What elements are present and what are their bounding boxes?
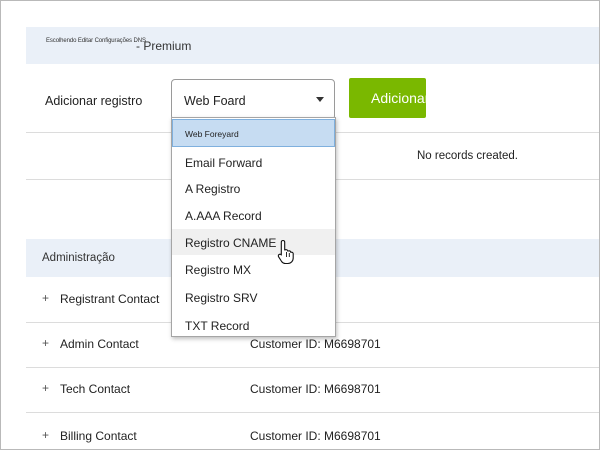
contact-name: Billing Contact xyxy=(60,429,137,443)
contact-name: Admin Contact xyxy=(60,337,139,351)
row-divider xyxy=(26,412,599,413)
breadcrumb: Escolhendo Editar Configurações DNS xyxy=(46,38,146,44)
expand-icon[interactable]: + xyxy=(42,381,49,395)
option-label: TXT Record xyxy=(185,319,250,333)
dropdown-option[interactable]: A Registro xyxy=(172,175,335,201)
option-label: Registro SRV xyxy=(185,291,258,305)
option-label: A Registro xyxy=(185,182,241,196)
contact-row-billing[interactable]: + Billing Contact Customer ID: M6698701 xyxy=(26,415,599,449)
option-label: Web Foreyard xyxy=(185,129,239,139)
dropdown-option[interactable]: Web Foreyard xyxy=(172,119,335,147)
plan-label: - Premium xyxy=(136,39,192,53)
option-label: Registro CNAME xyxy=(185,236,277,250)
dropdown-option[interactable]: Registro SRV xyxy=(172,284,335,310)
administration-title: Administração xyxy=(42,252,115,264)
customer-id: Customer ID: M6698701 xyxy=(250,429,381,443)
add-record-button[interactable]: Adicionar xyxy=(349,78,426,118)
record-type-dropdown-list[interactable]: Web Foreyard Email Forward A Registro A.… xyxy=(171,117,336,337)
customer-id: Customer ID: M6698701 xyxy=(250,382,381,396)
option-label: Registro MX xyxy=(185,263,252,277)
dropdown-option[interactable]: A.AAA Record xyxy=(172,202,335,228)
page-frame: Escolhendo Editar Configurações DNS - Pr… xyxy=(0,0,600,450)
contact-name: Registrant Contact xyxy=(60,292,160,306)
add-record-button-label: Adicionar xyxy=(371,90,426,106)
expand-icon[interactable]: + xyxy=(42,291,49,305)
contact-name: Tech Contact xyxy=(60,382,131,396)
option-label: Email Forward xyxy=(185,156,263,170)
add-record-label: Adicionar registro xyxy=(45,94,143,108)
hand-pointer-icon xyxy=(277,239,294,265)
caret-down-icon xyxy=(316,97,324,102)
customer-id: Customer ID: M6698701 xyxy=(250,337,381,351)
expand-icon[interactable]: + xyxy=(42,428,49,442)
dropdown-option[interactable]: Email Forward xyxy=(172,149,335,175)
contact-row-tech[interactable]: + Tech Contact Customer ID: M6698701 xyxy=(26,368,599,413)
record-type-select[interactable]: Web Foard xyxy=(171,79,335,120)
domain-header: Escolhendo Editar Configurações DNS - Pr… xyxy=(26,27,599,64)
option-label: A.AAA Record xyxy=(185,209,262,223)
empty-records-message: No records created. xyxy=(417,150,518,162)
dropdown-option[interactable]: Registro MX xyxy=(172,256,335,282)
dropdown-option[interactable]: Registro CNAME xyxy=(172,229,335,255)
record-type-value: Web Foard xyxy=(184,94,246,108)
dropdown-option[interactable]: TXT Record xyxy=(172,312,335,338)
expand-icon[interactable]: + xyxy=(42,336,49,350)
